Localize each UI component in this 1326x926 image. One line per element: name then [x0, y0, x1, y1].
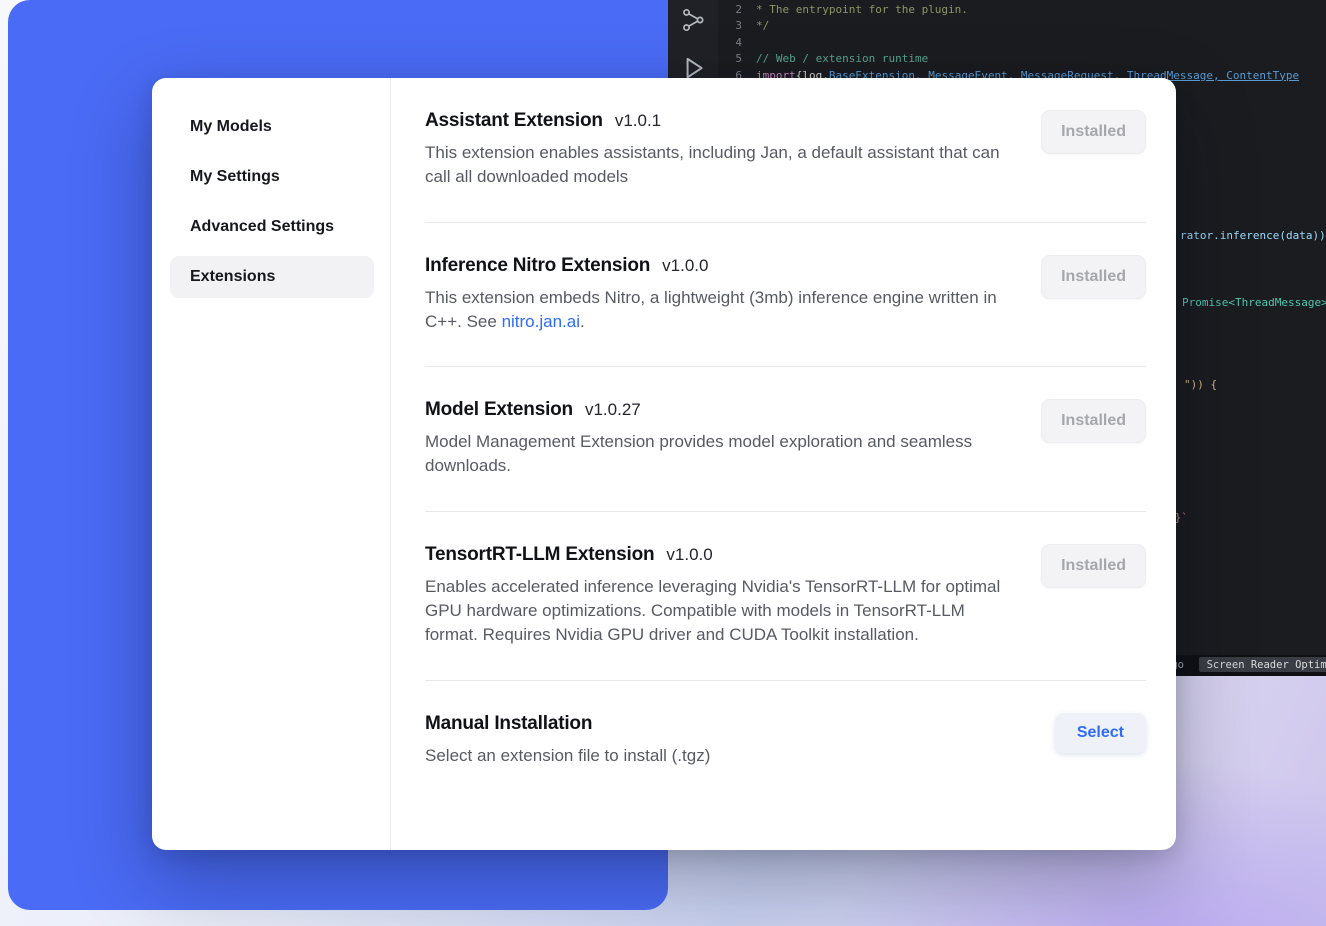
code-fragment: rator.inference(data));	[1180, 229, 1326, 242]
select-button[interactable]: Select	[1055, 713, 1146, 753]
settings-sidebar: My Models My Settings Advanced Settings …	[152, 78, 391, 850]
code-text: // Web / extension runtime	[756, 51, 928, 67]
extensions-list: Assistant Extension v1.0.1 This extensio…	[391, 78, 1176, 850]
line-number: 3	[724, 18, 742, 34]
installed-button: Installed	[1041, 110, 1146, 154]
code-fragment: Promise<ThreadMessage>	[1182, 296, 1326, 309]
description-text: This extension enables assistants, inclu…	[425, 143, 1000, 186]
code-lines: 2 * The entrypoint for the plugin. 3 */ …	[724, 2, 1299, 84]
code-text: */	[756, 18, 769, 34]
extension-name: Model Extension	[425, 399, 573, 421]
installed-button: Installed	[1041, 399, 1146, 443]
line-number: 4	[724, 35, 742, 51]
installed-button: Installed	[1041, 544, 1146, 588]
source-control-icon	[680, 7, 706, 33]
screen-reader-chip: Screen Reader Optimized	[1199, 657, 1326, 672]
code-text: * The entrypoint for the plugin.	[756, 2, 968, 18]
extension-link[interactable]: nitro.jan.ai	[502, 312, 580, 331]
page: 2 * The entrypoint for the plugin. 3 */ …	[0, 0, 1326, 926]
sidebar-item-extensions[interactable]: Extensions	[170, 256, 374, 298]
code-line: 4	[724, 35, 1299, 51]
extension-info: Model Extension v1.0.27 Model Management…	[425, 399, 1011, 479]
sidebar-item-label: My Settings	[190, 168, 280, 185]
manual-installation-title: Manual Installation	[425, 713, 592, 735]
sidebar-item-label: Extensions	[190, 268, 275, 285]
extension-version: v1.0.0	[666, 545, 712, 565]
extension-info: Inference Nitro Extension v1.0.0 This ex…	[425, 255, 1011, 335]
manual-installation-description: Select an extension file to install (.tg…	[425, 744, 710, 768]
sidebar-item-my-models[interactable]: My Models	[170, 106, 374, 148]
extension-version: v1.0.1	[615, 111, 661, 131]
line-number: 5	[724, 51, 742, 67]
extension-row: Inference Nitro Extension v1.0.0 This ex…	[425, 223, 1146, 368]
sidebar-item-advanced-settings[interactable]: Advanced Settings	[170, 206, 374, 248]
manual-installation-info: Manual Installation Select an extension …	[425, 713, 710, 768]
extension-name: TensortRT-LLM Extension	[425, 544, 654, 566]
code-line: 2 * The entrypoint for the plugin.	[724, 2, 1299, 18]
sidebar-item-my-settings[interactable]: My Settings	[170, 156, 374, 198]
extension-description: This extension enables assistants, inclu…	[425, 141, 1011, 190]
code-line: 5 // Web / extension runtime	[724, 51, 1299, 67]
extension-description: This extension embeds Nitro, a lightweig…	[425, 286, 1011, 335]
installed-button: Installed	[1041, 255, 1146, 299]
manual-installation-row: Manual Installation Select an extension …	[425, 681, 1146, 800]
extension-info: Assistant Extension v1.0.1 This extensio…	[425, 110, 1011, 190]
extension-name: Assistant Extension	[425, 110, 603, 132]
description-suffix: .	[580, 312, 585, 331]
extension-row: Assistant Extension v1.0.1 This extensio…	[425, 78, 1146, 223]
sidebar-item-label: My Models	[190, 118, 272, 135]
description-text: Enables accelerated inference leveraging…	[425, 577, 1000, 645]
extension-info: TensortRT-LLM Extension v1.0.0 Enables a…	[425, 544, 1011, 648]
line-number: 2	[724, 2, 742, 18]
sidebar-item-label: Advanced Settings	[190, 218, 334, 235]
code-fragment: ")) {	[1184, 378, 1217, 391]
extension-version: v1.0.0	[662, 256, 708, 276]
run-debug-icon	[680, 54, 706, 80]
extension-row: Model Extension v1.0.27 Model Management…	[425, 367, 1146, 512]
description-text: Model Management Extension provides mode…	[425, 432, 972, 475]
settings-modal: My Models My Settings Advanced Settings …	[152, 78, 1176, 850]
extension-version: v1.0.27	[585, 400, 641, 420]
extension-description: Model Management Extension provides mode…	[425, 430, 1011, 479]
extension-description: Enables accelerated inference leveraging…	[425, 575, 1011, 648]
extension-row: TensortRT-LLM Extension v1.0.0 Enables a…	[425, 512, 1146, 681]
code-line: 3 */	[724, 18, 1299, 34]
extension-name: Inference Nitro Extension	[425, 255, 650, 277]
